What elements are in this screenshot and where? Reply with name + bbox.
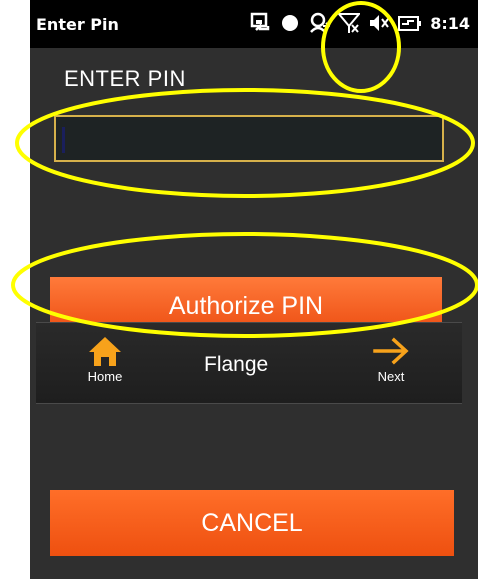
status-icons: 8:14: [250, 10, 470, 36]
home-label: Home: [87, 369, 123, 384]
next-button[interactable]: Next: [366, 335, 416, 384]
home-icon: [80, 335, 130, 367]
app-screen: Enter Pin 8:14 ENTER PIN Authorize PIN H…: [30, 0, 478, 579]
pin-input[interactable]: [54, 115, 444, 162]
home-button[interactable]: Home: [80, 335, 130, 384]
flange-title: Flange: [204, 353, 269, 376]
signal-off-icon: [338, 12, 361, 34]
authorize-pin-button[interactable]: Authorize PIN: [50, 277, 442, 323]
battery-charging-icon: [398, 12, 422, 34]
next-label: Next: [377, 369, 405, 384]
cancel-button[interactable]: CANCEL: [50, 490, 454, 556]
volume-muted-icon: [368, 12, 390, 34]
sync-icon: [250, 12, 272, 34]
text-caret: [62, 127, 65, 153]
pin-label: ENTER PIN: [64, 66, 186, 91]
window-title: Enter Pin: [36, 15, 119, 34]
record-dot-icon: [280, 13, 300, 33]
user-location-icon: [308, 12, 331, 34]
status-time: 8:14: [430, 13, 470, 33]
flange-navigation-bar: Home Flange Next: [36, 322, 462, 404]
status-bar: Enter Pin 8:14: [30, 0, 478, 48]
arrow-right-icon: [366, 335, 416, 367]
